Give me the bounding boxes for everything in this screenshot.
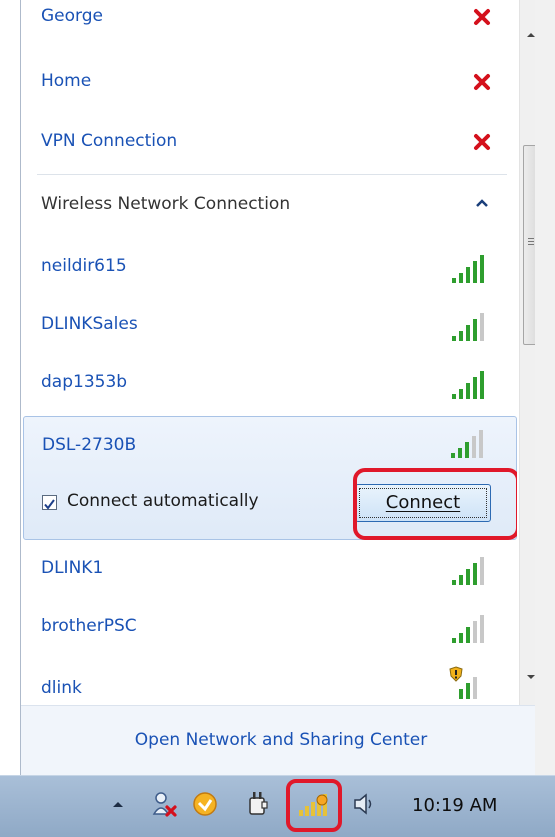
power-plug-icon[interactable]: [246, 790, 270, 818]
highlight-annotation-connect: [353, 468, 517, 540]
network-item[interactable]: dap1353b: [23, 356, 517, 414]
network-name: brotherPSC: [41, 616, 137, 636]
network-name: VPN Connection: [41, 131, 178, 151]
highlight-annotation-tray: [286, 779, 342, 832]
network-item[interactable]: neildir615: [23, 240, 517, 298]
checkmark-icon: [44, 499, 55, 510]
action-center-icon[interactable]: [150, 790, 180, 820]
network-item-home[interactable]: Home: [23, 55, 517, 113]
network-name: DLINKSales: [41, 314, 138, 334]
signal-strength-icon: [452, 371, 484, 399]
connect-automatically-checkbox[interactable]: [42, 495, 57, 510]
network-name: dlink: [41, 678, 82, 698]
chevron-up-icon[interactable]: [475, 198, 489, 208]
network-name: dap1353b: [41, 372, 128, 392]
network-item[interactable]: brotherPSC: [23, 600, 517, 658]
desktop-edge: [535, 0, 555, 837]
grip-line: [528, 244, 534, 245]
grip-line: [528, 241, 534, 242]
network-item[interactable]: dlink: [23, 660, 517, 705]
network-item[interactable]: DLINKSales: [23, 298, 517, 356]
show-hidden-icons-arrow-icon[interactable]: [111, 799, 125, 809]
signal-strength-icon: [452, 557, 484, 585]
divider: [37, 174, 507, 175]
open-network-sharing-center-link[interactable]: Open Network and Sharing Center: [21, 730, 541, 750]
section-title: Wireless Network Connection: [41, 194, 291, 214]
network-name: George: [41, 6, 103, 26]
network-item-george[interactable]: George: [23, 0, 517, 48]
connect-automatically-label[interactable]: Connect automatically: [67, 491, 259, 511]
signal-strength-icon: [451, 430, 483, 458]
signal-strength-icon: [452, 615, 484, 643]
network-item[interactable]: DLINK1: [23, 542, 517, 600]
taskbar-clock[interactable]: 10:19 AM: [412, 795, 497, 816]
network-name: DLINK1: [41, 558, 104, 578]
network-name: Home: [41, 71, 92, 91]
disconnect-x-icon[interactable]: [473, 133, 491, 151]
disconnect-x-icon[interactable]: [473, 8, 491, 26]
network-name: DSL-2730B: [42, 435, 137, 455]
signal-strength-icon: [452, 313, 484, 341]
section-header-wireless[interactable]: Wireless Network Connection: [23, 178, 517, 236]
network-name: neildir615: [41, 256, 127, 276]
grip-line: [528, 238, 534, 239]
security-shield-warning-icon: [449, 666, 463, 682]
network-list: George Home VPN Connection Wireless Netw…: [21, 0, 517, 705]
notification-app-icon[interactable]: [191, 790, 219, 818]
taskbar: 10:19 AM: [0, 775, 555, 837]
signal-strength-icon: [452, 255, 484, 283]
network-flyout: George Home VPN Connection Wireless Netw…: [20, 0, 542, 775]
flyout-footer: Open Network and Sharing Center: [21, 705, 541, 775]
disconnect-x-icon[interactable]: [473, 73, 491, 91]
network-item-vpn[interactable]: VPN Connection: [23, 115, 517, 173]
volume-speaker-icon[interactable]: [352, 790, 378, 818]
